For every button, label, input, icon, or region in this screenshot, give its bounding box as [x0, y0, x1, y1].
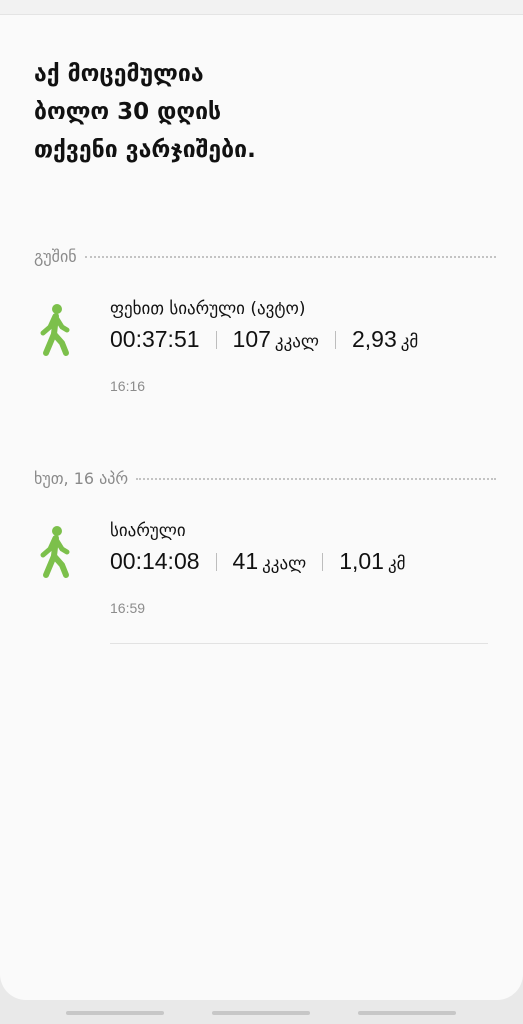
activity-item-2[interactable]: სიარული 00:14:08 41 კკალ 1,01 კმ 16:59 — [0, 517, 523, 637]
distance-value: 1,01 — [339, 548, 384, 574]
activity-stats: 00:14:08 41 კკალ 1,01 კმ — [110, 548, 406, 575]
status-bar-area — [0, 0, 523, 15]
page-heading: აქ მოცემულია ბოლო 30 დღის თქვენი ვარჯიშე… — [34, 55, 474, 169]
distance-unit: კმ — [387, 554, 406, 574]
walking-person-icon — [40, 526, 70, 578]
section-header-yesterday: გუშინ — [34, 246, 496, 266]
navigation-bar — [0, 1000, 523, 1024]
nav-back-button[interactable] — [358, 1011, 456, 1015]
heading-line-2: ბოლო 30 დღის — [34, 99, 222, 125]
distance-value: 2,93 — [351, 326, 397, 352]
stat-separator — [334, 330, 336, 349]
dotted-divider — [84, 256, 496, 258]
duration-value: 00:14:08 — [110, 548, 200, 574]
stat-separator — [215, 330, 217, 349]
activity-title: ფეხით სიარული (ავტო) — [110, 299, 306, 319]
heading-line-3: თქვენი ვარჯიშები. — [34, 137, 256, 163]
section-date-label: ხუთ, 16 აპრ — [34, 468, 129, 488]
nav-home-button[interactable] — [212, 1011, 310, 1015]
list-divider — [110, 643, 488, 644]
activity-start-time: 16:16 — [110, 378, 146, 394]
activity-start-time: 16:59 — [110, 600, 146, 616]
duration-value: 00:37:51 — [110, 326, 200, 352]
stat-separator — [215, 552, 217, 571]
section-header-thursday: ხუთ, 16 აპრ — [34, 468, 496, 488]
nav-recents-button[interactable] — [66, 1011, 164, 1015]
calories-unit: კკალ — [262, 554, 307, 574]
dotted-divider — [136, 478, 496, 480]
activity-stats: 00:37:51 107 კკალ 2,93 კმ — [110, 326, 418, 353]
exercise-history-card: აქ მოცემულია ბოლო 30 დღის თქვენი ვარჯიშე… — [0, 15, 523, 1000]
heading-line-1: აქ მოცემულია — [34, 61, 204, 87]
calories-value: 107 — [232, 326, 271, 352]
section-date-label: გუშინ — [34, 246, 77, 266]
activity-item-1[interactable]: ფეხით სიარული (ავტო) 00:37:51 107 კკალ 2… — [0, 295, 523, 415]
activity-title: სიარული — [110, 521, 186, 541]
calories-value: 41 — [232, 548, 259, 574]
stat-separator — [322, 552, 324, 571]
walking-person-icon — [40, 304, 70, 356]
distance-unit: კმ — [400, 332, 419, 352]
calories-unit: კკალ — [274, 332, 319, 352]
